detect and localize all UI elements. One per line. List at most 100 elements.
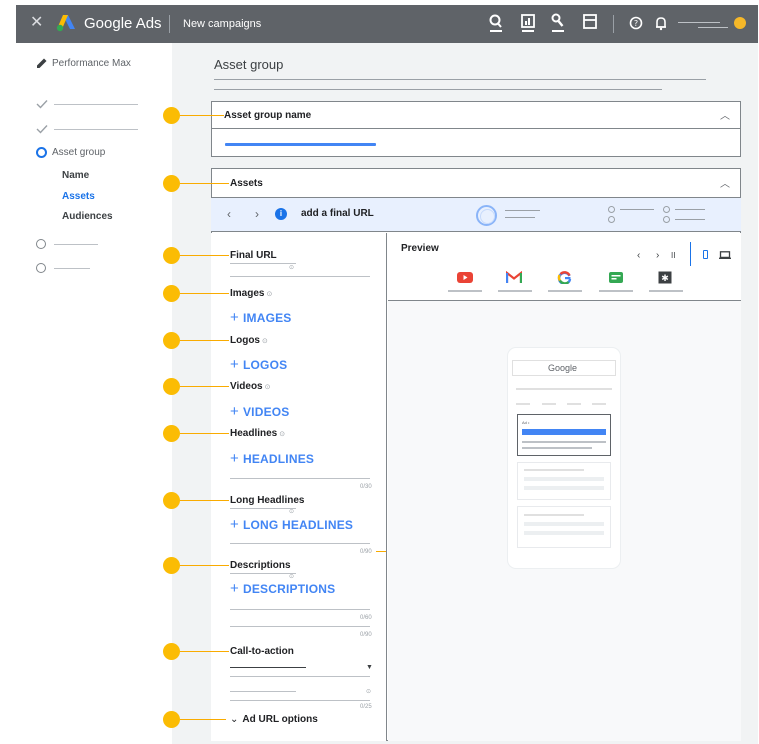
field-underline — [230, 691, 296, 692]
callout-line — [180, 293, 229, 294]
tools-wrench-icon[interactable] — [549, 13, 567, 33]
help-icon[interactable]: ⊙ — [266, 291, 272, 298]
help-icon[interactable]: ⊙ — [262, 338, 268, 345]
preview-pause-icon[interactable]: II — [671, 250, 675, 262]
preview-prev-icon[interactable]: ‹ — [637, 250, 640, 262]
field-underline — [230, 609, 370, 610]
app-label-line — [498, 290, 532, 292]
collapse-chevron-icon[interactable]: ︿ — [720, 180, 730, 190]
banner-next-arrow-icon[interactable]: › — [255, 207, 259, 221]
billing-icon[interactable] — [581, 13, 599, 33]
completed-step-1[interactable] — [54, 104, 138, 105]
nav-substep-assets[interactable]: Assets — [62, 191, 95, 203]
add-videos-button[interactable]: + VIDEOS — [230, 404, 290, 419]
preview-next-icon[interactable]: › — [656, 250, 659, 262]
result-line — [524, 522, 604, 526]
add-descriptions-button[interactable]: + DESCRIPTIONS — [230, 581, 335, 596]
breadcrumb-campaign[interactable]: New campaigns — [183, 17, 261, 31]
field-underline — [230, 700, 370, 701]
edit-pencil-icon[interactable] — [36, 57, 48, 69]
help-icon[interactable]: ⊙ — [265, 384, 271, 391]
completed-step-2[interactable] — [54, 129, 138, 130]
cta-hint-icon: ⊙ — [366, 689, 372, 695]
plus-icon: + — [230, 450, 239, 467]
callout-line — [180, 386, 229, 387]
pending-step-2[interactable] — [54, 268, 90, 269]
account-avatar[interactable] — [734, 17, 746, 29]
call-to-action-label: Call-to-action — [230, 646, 294, 657]
gmail-icon[interactable] — [506, 271, 522, 284]
field-underline — [230, 543, 370, 544]
nav-step-asset-group[interactable]: Asset group — [52, 147, 105, 159]
svg-text:✱: ✱ — [661, 274, 669, 284]
search-ad-preview — [517, 414, 611, 456]
add-images-button[interactable]: + IMAGES — [230, 310, 292, 325]
callout-line — [180, 115, 224, 116]
long-headlines-label: Long Headlines — [230, 495, 305, 506]
help-icon[interactable]: ⊙ — [279, 431, 285, 438]
search-icon[interactable] — [487, 13, 505, 33]
plus-icon: + — [230, 516, 239, 533]
add-headlines-button[interactable]: + HEADLINES — [230, 450, 314, 467]
final-url-input[interactable] — [230, 263, 296, 264]
callout-marker-asset-group-name — [163, 107, 180, 124]
google-ads-logo — [56, 15, 75, 32]
result-line — [524, 486, 604, 490]
ad-url-options-toggle[interactable]: ⌄ Ad URL options — [230, 714, 318, 726]
organic-result-card — [517, 462, 611, 500]
youtube-icon[interactable] — [457, 271, 473, 284]
ad-description-line — [522, 447, 592, 449]
images-label: Images ⊙ — [230, 288, 273, 299]
banner-message: add a final URL — [301, 208, 374, 219]
notifications-bell-icon[interactable] — [652, 13, 670, 33]
collapse-chevron-icon[interactable]: ︿ — [720, 112, 730, 122]
completed-step-check-icon — [36, 100, 48, 109]
app-label-line — [599, 290, 633, 292]
discover-icon[interactable] — [608, 271, 624, 284]
nav-substep-name[interactable]: Name — [62, 170, 89, 182]
call-to-action-select[interactable] — [230, 667, 306, 668]
callout-marker-long-headlines — [163, 492, 180, 509]
google-search-icon[interactable] — [557, 271, 573, 284]
header-divider — [169, 15, 170, 33]
field-underline — [230, 626, 370, 627]
callout-line — [180, 183, 229, 184]
account-id-placeholder — [698, 27, 728, 28]
reports-icon[interactable] — [519, 13, 537, 33]
descriptions-input[interactable] — [230, 573, 296, 574]
preview-device-divider — [690, 242, 691, 266]
asset-group-name-input[interactable] — [225, 143, 376, 146]
page-title: Asset group — [214, 57, 284, 72]
descriptions-hint-icon: ⊙ — [289, 574, 295, 580]
mobile-preview-icon[interactable] — [703, 250, 708, 259]
add-long-headlines-button[interactable]: + LONG HEADLINES — [230, 516, 353, 533]
callout-line — [180, 565, 229, 566]
app-header: ✕ Google Ads New campaigns ? — [16, 5, 758, 43]
pending-step-1[interactable] — [54, 244, 98, 245]
app-label-line — [649, 290, 683, 292]
display-icon[interactable]: ✱ — [657, 271, 673, 284]
close-icon[interactable]: ✕ — [30, 15, 43, 31]
long-headlines-char-counter: 0/90 — [360, 549, 372, 555]
logos-label: Logos ⊙ — [230, 335, 268, 346]
videos-label: Videos ⊙ — [230, 381, 271, 392]
callout-line — [376, 551, 386, 552]
dropdown-arrow-icon[interactable]: ▼ — [366, 664, 373, 672]
card-divider — [211, 128, 741, 129]
banner-prev-arrow-icon[interactable]: ‹ — [227, 207, 231, 221]
nav-substep-audiences[interactable]: Audiences — [62, 211, 113, 223]
desktop-preview-icon[interactable] — [719, 251, 731, 259]
callout-line — [180, 500, 229, 501]
assets-card-title: Assets — [230, 178, 263, 189]
ad-strength-label — [505, 217, 535, 218]
google-logo: Google — [548, 363, 578, 373]
strength-item-line — [620, 209, 654, 210]
help-icon[interactable]: ? — [627, 13, 645, 33]
headlines-label: Headlines ⊙ — [230, 428, 286, 439]
add-logos-button[interactable]: + LOGOS — [230, 357, 287, 372]
callout-marker-call-to-action — [163, 643, 180, 660]
svg-text:?: ? — [634, 19, 638, 28]
search-tab-line — [516, 403, 530, 405]
long-headlines-input[interactable] — [230, 508, 296, 509]
callout-line — [180, 340, 229, 341]
